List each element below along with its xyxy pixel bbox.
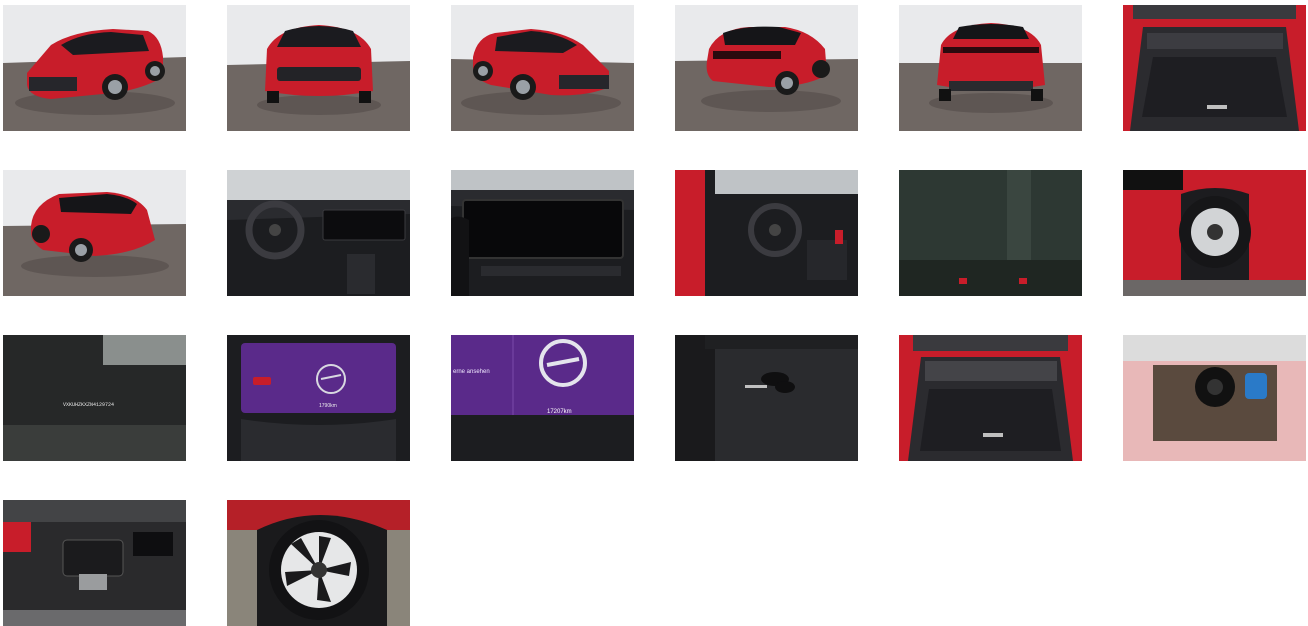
photo-thumbnail[interactable]: [1123, 5, 1306, 131]
photo-thumbnail[interactable]: [3, 500, 186, 626]
photo-thumbnail[interactable]: [451, 170, 634, 296]
photo-thumbnail[interactable]: [451, 5, 634, 131]
instrument-cluster-photo: 1790km: [227, 335, 410, 461]
spare-wheel-well-photo: [1123, 335, 1306, 461]
photo-thumbnail[interactable]: [227, 500, 410, 626]
dashboard-photo: [227, 170, 410, 296]
photo-thumbnail[interactable]: [899, 5, 1082, 131]
photo-thumbnail[interactable]: [675, 5, 858, 131]
infotainment-screen-photo: [451, 170, 634, 296]
photo-thumbnail[interactable]: [899, 170, 1082, 296]
rear-seat-photo: [899, 170, 1082, 296]
cluster-closeup-photo: erne ansehen 17207km: [451, 335, 634, 461]
photo-thumbnail[interactable]: [1123, 335, 1306, 461]
car-rear-left-photo: [3, 170, 186, 296]
photo-thumbnail[interactable]: [899, 335, 1082, 461]
photo-thumbnail[interactable]: [675, 335, 858, 461]
odometer-text: 1790km: [319, 403, 337, 409]
photo-thumbnail[interactable]: [3, 170, 186, 296]
photo-thumbnail[interactable]: erne ansehen 17207km: [451, 335, 634, 461]
vin-plate-photo: VXKUHZKXZN4129724: [3, 335, 186, 461]
photo-thumbnail[interactable]: [3, 5, 186, 131]
car-keys-photo: [675, 335, 858, 461]
photo-thumbnail[interactable]: [1123, 170, 1306, 296]
driver-area-photo: [675, 170, 858, 296]
photo-thumbnail[interactable]: 1790km: [227, 335, 410, 461]
photo-thumbnail[interactable]: VXKUHZKXZN4129724: [3, 335, 186, 461]
engine-bay-photo: [3, 500, 186, 626]
vin-text: VXKUHZKXZN4129724: [63, 402, 114, 408]
photo-thumbnail[interactable]: [227, 5, 410, 131]
car-rear-photo: [899, 5, 1082, 131]
car-front-photo: [227, 5, 410, 131]
cluster-odometer-text: 17207km: [547, 409, 572, 415]
trunk-floor-photo: [899, 335, 1082, 461]
front-wheel-side-photo: [1123, 170, 1306, 296]
trunk-open-photo: [1123, 5, 1306, 131]
photo-gallery: VXKUHZKXZN4129724 1790km erne ansehen 17…: [3, 5, 1306, 626]
car-front-right-photo: [451, 5, 634, 131]
car-rear-right-photo: [675, 5, 858, 131]
photo-thumbnail[interactable]: [227, 170, 410, 296]
car-front-left-photo: [3, 5, 186, 131]
wheel-rim-photo: [227, 500, 410, 626]
cluster-message-text: erne ansehen: [453, 369, 490, 375]
photo-thumbnail[interactable]: [675, 170, 858, 296]
